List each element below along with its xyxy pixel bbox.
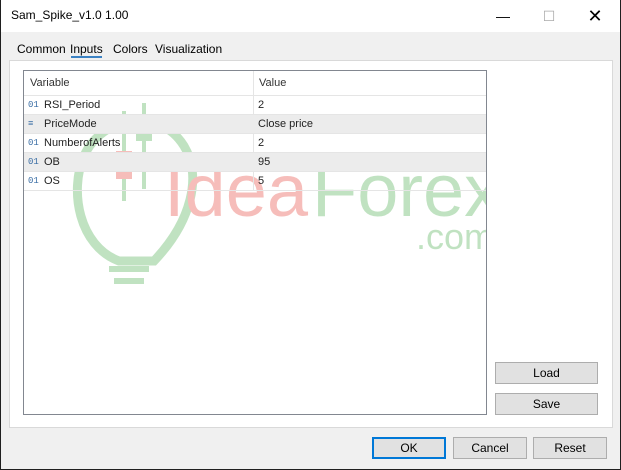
table-row[interactable]: 01 OS 5 bbox=[24, 172, 486, 191]
column-header-value: Value bbox=[259, 77, 287, 89]
dialog-window: Sam_Spike_v1.0 1.00 — ☐ ✕ Common Inputs … bbox=[0, 0, 621, 470]
variable-name: PriceMode bbox=[44, 118, 97, 130]
enum-type-icon: ≡ bbox=[28, 119, 34, 129]
variable-value[interactable]: 2 bbox=[258, 137, 264, 149]
integer-type-icon: 01 bbox=[28, 138, 39, 148]
variable-name: RSI_Period bbox=[44, 99, 101, 111]
reset-button[interactable]: Reset bbox=[533, 437, 607, 459]
table-row[interactable]: 01 NumberofAlerts 2 bbox=[24, 134, 486, 153]
variable-name: OS bbox=[44, 175, 60, 187]
tab-common[interactable]: Common bbox=[17, 42, 66, 56]
save-button[interactable]: Save bbox=[495, 393, 598, 415]
variable-value[interactable]: 5 bbox=[258, 175, 264, 187]
tab-colors[interactable]: Colors bbox=[113, 42, 148, 56]
table-header: Variable Value bbox=[24, 71, 486, 96]
integer-type-icon: 01 bbox=[28, 176, 39, 186]
tab-inputs[interactable]: Inputs bbox=[70, 42, 103, 56]
inputs-table: Idea Forex .com Variable Value 01 RSI_Pe… bbox=[23, 70, 487, 415]
variable-name: OB bbox=[44, 156, 60, 168]
variable-value[interactable]: 95 bbox=[258, 156, 270, 168]
variable-value[interactable]: Close price bbox=[258, 118, 313, 130]
window-title: Sam_Spike_v1.0 1.00 bbox=[11, 8, 129, 22]
table-row[interactable]: ≡ PriceMode Close price bbox=[24, 115, 486, 134]
integer-type-icon: 01 bbox=[28, 100, 39, 110]
tab-visualization[interactable]: Visualization bbox=[155, 42, 222, 56]
watermark-suffix: .com bbox=[416, 216, 487, 257]
close-button[interactable]: ✕ bbox=[572, 0, 618, 32]
column-header-variable: Variable bbox=[30, 77, 70, 89]
integer-type-icon: 01 bbox=[28, 157, 39, 167]
variable-value[interactable]: 2 bbox=[258, 99, 264, 111]
load-button[interactable]: Load bbox=[495, 362, 598, 384]
ok-button[interactable]: OK bbox=[372, 437, 446, 459]
maximize-button[interactable]: ☐ bbox=[526, 0, 572, 32]
cancel-button[interactable]: Cancel bbox=[453, 437, 527, 459]
minimize-button[interactable]: — bbox=[480, 0, 526, 32]
variable-name: NumberofAlerts bbox=[44, 137, 121, 149]
active-tab-indicator bbox=[71, 56, 102, 58]
table-row[interactable]: 01 RSI_Period 2 bbox=[24, 96, 486, 115]
title-bar: Sam_Spike_v1.0 1.00 — ☐ ✕ bbox=[1, 0, 620, 32]
table-row[interactable]: 01 OB 95 bbox=[24, 153, 486, 172]
